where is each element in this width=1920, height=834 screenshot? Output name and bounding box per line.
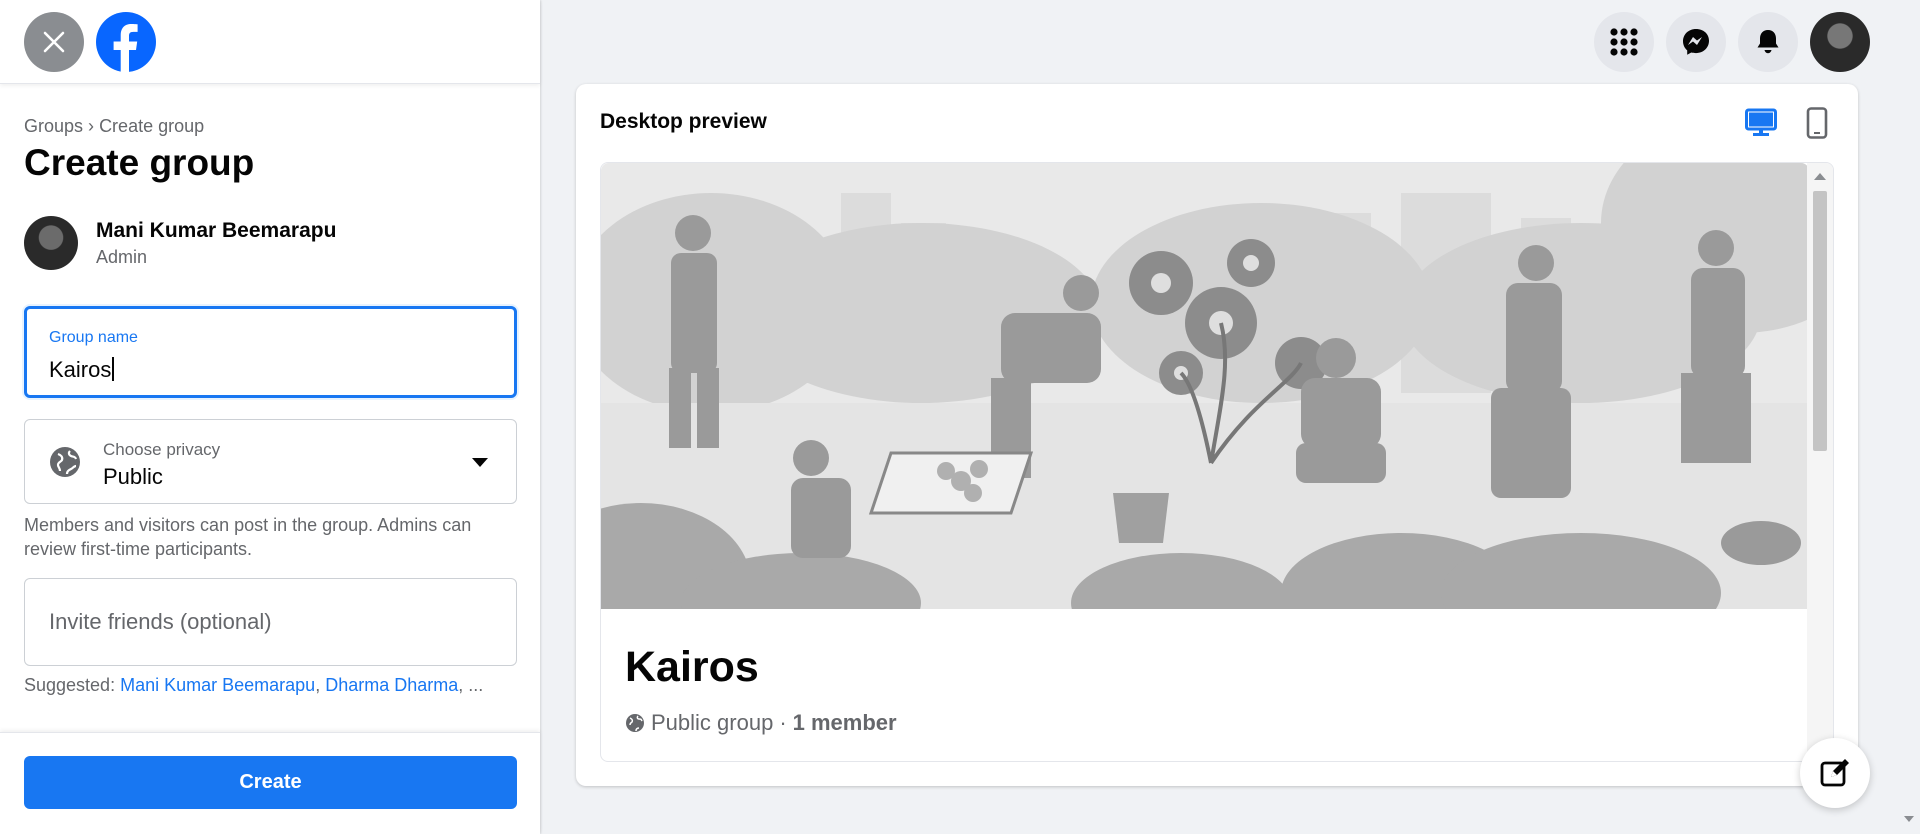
group-cover-illustration: [601, 163, 1809, 609]
top-nav-icons: [1594, 12, 1870, 72]
facebook-logo[interactable]: [96, 11, 156, 72]
desktop-view-button[interactable]: [1744, 106, 1778, 140]
menu-button[interactable]: [1594, 12, 1654, 72]
privacy-value: Public: [103, 464, 163, 489]
invite-friends-field: [24, 578, 517, 666]
chevron-down-icon: [472, 458, 488, 467]
admin-avatar: [24, 216, 78, 270]
preview-view-toggle: [1744, 106, 1834, 140]
desktop-preview-card: Desktop preview Kairos Public group · 1 …: [576, 84, 1858, 786]
page-scroll-down-arrow-icon[interactable]: [1904, 816, 1914, 822]
facebook-logo-icon: [113, 23, 138, 72]
suggested-friends: Suggested: Mani Kumar Beemarapu, Dharma …: [24, 675, 484, 695]
preview-group-meta: Public group · 1 member: [625, 710, 897, 736]
breadcrumb: Groups › Create group: [24, 116, 204, 137]
globe-icon: [626, 714, 644, 732]
breadcrumb-groups-link[interactable]: Groups: [24, 116, 83, 136]
privacy-label: Choose privacy: [103, 440, 221, 459]
scroll-up-arrow-icon[interactable]: [1814, 173, 1826, 180]
community-garden-illustration: [601, 163, 1809, 609]
preview-member-count: 1 member: [792, 710, 897, 735]
privacy-description: Members and visitors can post in the gro…: [24, 515, 472, 559]
edit-icon: [1820, 759, 1849, 787]
meta-separator: ·: [779, 710, 787, 735]
create-button[interactable]: Create: [24, 756, 517, 809]
preview-group-name: Kairos: [625, 643, 759, 691]
messenger-icon: [1683, 29, 1709, 55]
invite-friends-input[interactable]: [25, 579, 516, 665]
messenger-button[interactable]: [1666, 12, 1726, 72]
mobile-view-button[interactable]: [1800, 106, 1834, 140]
desktop-icon: [1745, 108, 1777, 136]
sidebar-header: [0, 0, 540, 84]
privacy-select[interactable]: Choose privacy Public: [24, 419, 517, 504]
page-title: Create group: [24, 142, 255, 183]
bell-icon: [1757, 30, 1779, 54]
text-caret: [112, 357, 114, 381]
preview-scrollbar[interactable]: [1807, 163, 1833, 761]
suggested-person-link[interactable]: Mani Kumar Beemarapu: [120, 675, 315, 695]
breadcrumb-separator: ›: [88, 116, 95, 136]
profile-avatar[interactable]: [1810, 12, 1870, 72]
preview-privacy-text: Public group: [651, 710, 774, 735]
sidebar-footer: Create: [0, 732, 540, 834]
group-name-value: Kairos: [49, 357, 114, 383]
scroll-thumb[interactable]: [1813, 191, 1827, 451]
admin-info: Mani Kumar Beemarapu Admin: [24, 216, 336, 270]
admin-name: Mani Kumar Beemarapu: [96, 218, 337, 242]
preview-title: Desktop preview: [600, 110, 767, 133]
new-message-button[interactable]: [1800, 738, 1870, 808]
globe-icon: [50, 447, 80, 477]
admin-role: Admin: [96, 246, 148, 267]
mobile-icon: [1806, 107, 1828, 139]
suggested-person-link[interactable]: Dharma Dharma: [325, 675, 458, 695]
apps-grid-icon: [1610, 28, 1638, 56]
suggested-more: ...: [468, 675, 484, 695]
close-button[interactable]: [24, 11, 84, 72]
group-name-input[interactable]: Group name Kairos: [24, 306, 517, 398]
notifications-button[interactable]: [1738, 12, 1798, 72]
close-icon: [43, 31, 65, 52]
group-preview: Kairos Public group · 1 member: [600, 162, 1834, 762]
group-name-label: Group name: [49, 329, 138, 346]
suggested-label: Suggested:: [24, 675, 116, 695]
breadcrumb-current: Create group: [99, 116, 205, 136]
create-group-sidebar: Groups › Create group Create group Mani …: [0, 0, 540, 834]
